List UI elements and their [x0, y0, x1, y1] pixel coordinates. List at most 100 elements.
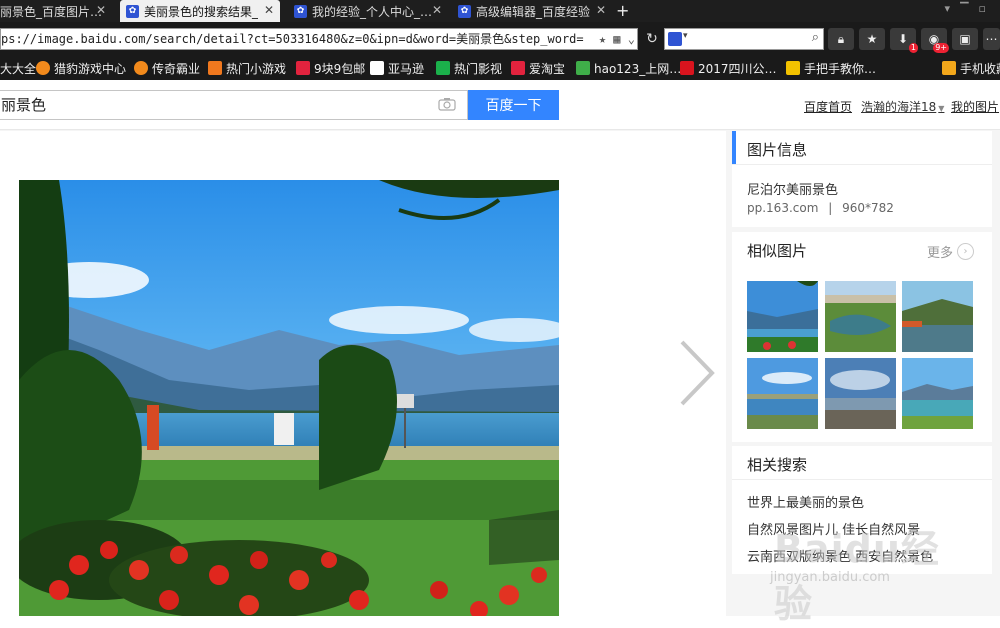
- similar-image-thumb[interactable]: [747, 358, 818, 429]
- similar-image-thumb[interactable]: [902, 281, 973, 352]
- tab-label: 高级编辑器_百度经验: [476, 4, 591, 19]
- menu-button[interactable]: ⋯: [983, 28, 1000, 50]
- new-tab-button[interactable]: +: [616, 1, 629, 20]
- download-badge: 1: [908, 43, 918, 53]
- address-text: ps://image.baidu.com/search/detail?ct=50…: [1, 32, 584, 46]
- chevron-right-icon: ›: [957, 243, 974, 260]
- star-icon: ★: [866, 32, 878, 46]
- play-icon: [436, 61, 450, 75]
- similar-images-panel: 相似图片 更多 ›: [732, 232, 992, 442]
- bookmark-icon: [208, 61, 222, 75]
- baidu-home-link[interactable]: 百度首页: [804, 98, 852, 115]
- tools-icon: ▣: [959, 32, 971, 46]
- similar-images-title: 相似图片: [747, 242, 808, 260]
- image-info-title: 图片信息: [747, 141, 808, 159]
- bookmark-icon: [786, 61, 800, 75]
- close-icon[interactable]: ✕: [432, 3, 442, 17]
- refresh-icon[interactable]: ↻: [642, 28, 662, 50]
- next-image-chevron-icon[interactable]: [676, 338, 720, 408]
- qr-icon[interactable]: ▦: [613, 32, 620, 46]
- download-button[interactable]: ⬇ 1: [890, 28, 918, 53]
- bookmark-folder[interactable]: 手机收藏: [942, 60, 1000, 76]
- star-icon[interactable]: ★: [599, 32, 606, 46]
- close-icon[interactable]: ✕: [264, 3, 274, 17]
- apps-button[interactable]: ◉ 9+: [921, 28, 949, 53]
- bookmark-item[interactable]: 热门影视: [436, 60, 502, 76]
- source-site-link[interactable]: pp.163.com: [747, 201, 818, 215]
- baidu-paw-icon: ✿: [458, 4, 471, 18]
- more-label: 更多: [926, 246, 953, 261]
- chevron-down-icon[interactable]: ⌄: [628, 32, 635, 46]
- search-input[interactable]: 丽景色: [0, 90, 468, 120]
- bookmark-icon: [576, 61, 590, 75]
- baidu-paw-icon[interactable]: [668, 32, 682, 46]
- window-controls[interactable]: ▾▔▫: [945, 2, 996, 15]
- bookmark-icon: [511, 61, 525, 75]
- amazon-icon: [370, 61, 384, 75]
- tab-label: 美丽景色的搜索结果_: [144, 4, 259, 19]
- chevron-down-icon[interactable]: ▾: [683, 31, 688, 41]
- divider: [732, 164, 992, 165]
- similar-image-thumb[interactable]: [747, 281, 818, 352]
- bookmark-item[interactable]: 大大全: [0, 60, 36, 76]
- tab-label: 我的经验_个人中心_…: [312, 4, 433, 19]
- bookmark-button[interactable]: ★: [859, 28, 885, 50]
- camera-icon[interactable]: [438, 97, 456, 111]
- search-button[interactable]: 百度一下: [468, 90, 559, 120]
- related-search-title: 相关搜索: [747, 456, 808, 474]
- baidu-paw-icon: ✿: [126, 4, 139, 18]
- related-search-item[interactable]: 自然风景图片儿 佳长自然风景: [747, 519, 920, 538]
- tab-baidu-images[interactable]: 丽景色_百度图片… ✕: [0, 0, 112, 22]
- lock-button[interactable]: 🔒︎: [828, 28, 854, 50]
- close-icon[interactable]: ✕: [96, 3, 106, 17]
- shirt-icon[interactable]: ▾: [945, 2, 961, 15]
- divider: [732, 479, 992, 480]
- bookmark-item[interactable]: 猎豹游戏中心: [36, 60, 126, 76]
- similar-image-thumb[interactable]: [825, 358, 896, 429]
- maximize-icon[interactable]: ▫: [979, 2, 996, 15]
- more-link[interactable]: 更多 ›: [927, 242, 974, 261]
- image-info-panel: 图片信息 尼泊尔美丽景色 pp.163.com | 960*782: [732, 131, 992, 227]
- main-image: [19, 180, 559, 616]
- related-search-item[interactable]: 世界上最美丽的景色: [747, 492, 864, 511]
- minimize-icon[interactable]: ▔: [960, 2, 978, 15]
- bookmark-item[interactable]: 爱淘宝: [511, 60, 565, 76]
- tools-button[interactable]: ▣: [952, 28, 978, 50]
- bookmark-item[interactable]: 亚马逊: [370, 60, 424, 76]
- download-icon: ⬇: [897, 32, 909, 46]
- related-search-item[interactable]: 云南西双版纳景色 西安自然景色: [747, 546, 933, 565]
- search-icon[interactable]: ⌕: [812, 30, 819, 45]
- accent-bar: [732, 131, 736, 164]
- user-menu[interactable]: 浩瀚的海洋18 ▼: [861, 98, 944, 115]
- bookmark-item[interactable]: hao123_上网…: [576, 60, 681, 76]
- tab-search-result[interactable]: ✿ 美丽景色的搜索结果_ ✕: [120, 0, 280, 22]
- bookmark-item[interactable]: 手把手教你…: [786, 60, 876, 76]
- browser-search-input[interactable]: ▾ ⌕: [664, 28, 824, 50]
- page-header: 丽景色 百度一下 百度首页 浩瀚的海洋18 ▼ 我的图片: [0, 80, 1000, 130]
- bookmark-item[interactable]: 2017四川公…: [680, 60, 777, 76]
- similar-image-thumb[interactable]: [902, 358, 973, 429]
- user-name: 浩瀚的海洋18: [861, 100, 937, 114]
- my-images-link[interactable]: 我的图片: [951, 98, 999, 115]
- address-bar[interactable]: ps://image.baidu.com/search/detail?ct=50…: [0, 28, 638, 50]
- lock-icon: 🔒︎: [837, 32, 845, 46]
- image-meta: pp.163.com | 960*782: [747, 201, 894, 215]
- bookmark-icon: [36, 61, 50, 75]
- bookmark-item[interactable]: 热门小游戏: [208, 60, 286, 76]
- tab-bar: 丽景色_百度图片… ✕ ✿ 美丽景色的搜索结果_ ✕ ✿ 我的经验_个人中心_……: [0, 0, 1000, 22]
- menu-icon: ⋯: [985, 32, 998, 46]
- bookmark-item[interactable]: 9块9包邮: [296, 60, 365, 76]
- bookmark-icon: [680, 61, 694, 75]
- meta-separator: |: [828, 201, 833, 215]
- image-dimensions: 960*782: [842, 201, 894, 215]
- baidu-paw-icon: ✿: [294, 4, 307, 18]
- close-icon[interactable]: ✕: [596, 3, 606, 17]
- image-source-title[interactable]: 尼泊尔美丽景色: [747, 179, 838, 198]
- tab-advanced-editor[interactable]: ✿ 高级编辑器_百度经验 ✕: [452, 0, 612, 22]
- similar-image-thumb[interactable]: [825, 281, 896, 352]
- chevron-down-icon: ▼: [938, 104, 945, 113]
- tab-my-experience[interactable]: ✿ 我的经验_个人中心_… ✕: [288, 0, 448, 22]
- tab-label: 丽景色_百度图片…: [0, 4, 103, 19]
- bookmark-item[interactable]: 传奇霸业: [134, 60, 200, 76]
- related-search-panel: 相关搜索 世界上最美丽的景色 自然风景图片儿 佳长自然风景 云南西双版纳景色 西…: [732, 446, 992, 574]
